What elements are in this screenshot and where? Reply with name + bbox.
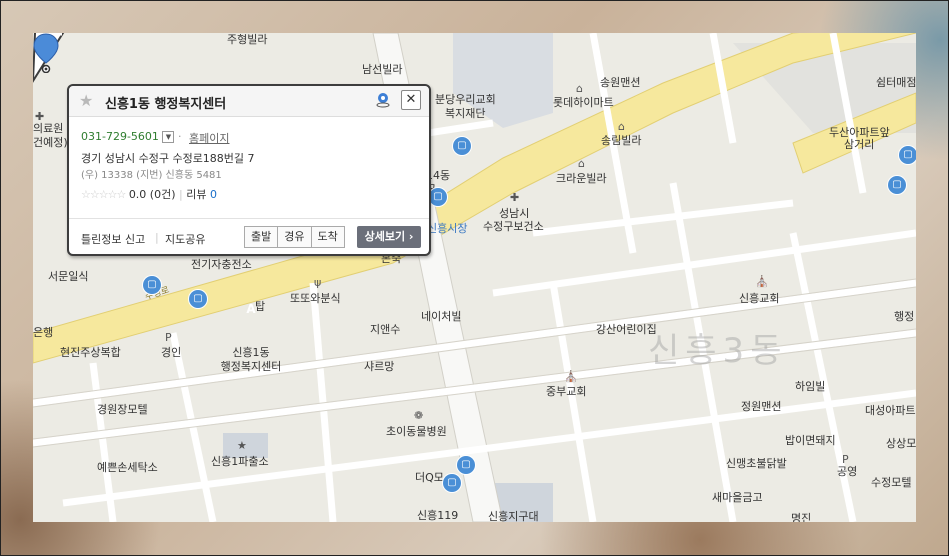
separator: · — [177, 130, 182, 143]
phone-number[interactable]: 031-729-5601 ▼ · — [81, 130, 181, 143]
favorite-star-icon[interactable]: ★ — [79, 91, 93, 110]
map-label[interactable]: 명진 — [791, 512, 811, 522]
popup-footer: 틀린정보 신고 | 지도공유 출발 경유 도착 상세보기 › — [69, 218, 429, 253]
church-icon: ⛪ — [755, 275, 769, 288]
review-count[interactable]: 0 — [210, 188, 217, 201]
paw-icon: ❁ — [414, 409, 424, 422]
map-label[interactable]: 지앤수 — [370, 323, 400, 336]
map-label[interactable]: 신맹초불닭발 — [726, 457, 787, 470]
chevron-down-icon[interactable]: ▼ — [162, 131, 175, 143]
map-label[interactable]: 새마을금고 — [712, 491, 763, 504]
map-label[interactable]: 남선빌라 — [362, 63, 402, 76]
map-label[interactable]: 행정 — [894, 310, 914, 323]
map-label[interactable]: 크라운빌라 — [556, 172, 607, 185]
church-icon: ⛪ — [564, 370, 578, 383]
marker-label-line1[interactable]: 신흥1동 — [232, 346, 269, 359]
rating: ☆☆☆☆☆ 0.0 (0건) | 리뷰 0 — [81, 186, 217, 202]
map-label[interactable]: 건예정) — [33, 136, 68, 149]
bus-stop-icon[interactable]: ▢ — [888, 176, 906, 194]
district-label: 신흥3동 — [648, 331, 788, 371]
review-label[interactable]: 리뷰 — [186, 188, 206, 201]
location-marker-icon[interactable] — [33, 33, 59, 73]
building-icon: ⌂ — [618, 120, 625, 133]
map-label[interactable]: 중부교회 — [546, 385, 586, 398]
map-label[interactable]: 밥이면돼지 — [785, 434, 836, 447]
marker-letter: A — [246, 302, 256, 316]
map-label[interactable]: 신흥119 — [417, 509, 458, 522]
close-icon[interactable]: ✕ — [401, 90, 421, 110]
address: 경기 성남시 수정구 수정로188번길 7 — [81, 152, 255, 165]
map-label[interactable]: 주형빌라 — [227, 33, 267, 46]
police-icon: ★ — [237, 439, 247, 452]
restaurant-icon: ψ — [314, 276, 322, 289]
map-label[interactable]: 정원맨션 — [741, 400, 781, 413]
map-label[interactable]: 서문일식 — [48, 270, 88, 283]
map-label[interactable]: 신흥교회 — [739, 292, 779, 305]
map-label[interactable]: 전기자충전소 — [191, 258, 252, 271]
parking-icon: P — [842, 453, 849, 466]
map-label[interactable]: 또또와분식 — [290, 292, 341, 305]
bus-stop-icon[interactable]: ▢ — [189, 290, 207, 308]
bus-stop-icon[interactable]: ▢ — [429, 188, 447, 206]
popup-title[interactable]: 신흥1동 행정복지센터 — [105, 93, 226, 112]
map-label[interactable]: 경원장모텔 — [97, 403, 148, 416]
map-label[interactable]: 송원맨션 — [600, 76, 640, 89]
map-label[interactable]: 신흥1파출소 — [211, 455, 269, 468]
bus-stop-icon[interactable]: ▢ — [143, 276, 161, 294]
map-label[interactable]: 성남시 — [499, 207, 529, 220]
map-label[interactable]: 수정구보건소 — [483, 220, 544, 233]
map-label[interactable]: 대성아파트 — [865, 404, 916, 417]
hospital-icon: ✚ — [510, 191, 520, 204]
popup-header: ★ 신흥1동 행정복지센터 ✕ — [69, 86, 429, 117]
building-icon: ⌂ — [576, 82, 583, 95]
detail-view-button[interactable]: 상세보기 › — [357, 226, 421, 248]
route-buttons: 출발 경유 도착 — [244, 226, 345, 248]
map-label[interactable]: 현진주상복합 — [60, 346, 121, 359]
map-label[interactable]: 샤르망 — [364, 360, 394, 373]
report-error-link[interactable]: 틀린정보 신고 — [81, 231, 145, 247]
phone-text[interactable]: 031-729-5601 — [81, 130, 159, 143]
depart-button[interactable]: 출발 — [244, 226, 279, 248]
bus-stop-icon[interactable]: ▢ — [453, 137, 471, 155]
parking-icon: P — [165, 331, 172, 344]
map-label[interactable]: 삼거리 — [844, 138, 874, 151]
roadview-icon[interactable] — [375, 92, 391, 108]
rating-stars: ☆☆☆☆☆ — [81, 188, 126, 201]
map-label[interactable]: 복지재단 — [445, 107, 485, 120]
map-label[interactable]: 네이처빌 — [421, 310, 461, 323]
map-label[interactable]: 송림빌라 — [601, 134, 641, 147]
hospital-icon: ✚ — [35, 110, 45, 123]
map-label[interactable]: 분당우리교회 — [435, 93, 496, 106]
map-label[interactable]: 경인 — [161, 346, 181, 359]
map-label[interactable]: 공영 — [837, 465, 857, 478]
building-icon: ⌂ — [578, 157, 585, 170]
map-label[interactable]: 상상모 — [886, 437, 916, 450]
separator: | — [179, 188, 183, 201]
map-label[interactable]: 탑 — [255, 300, 265, 313]
separator: | — [155, 231, 159, 244]
map-label[interactable]: 은행 — [33, 326, 53, 339]
marker-label-line2[interactable]: 행정복지센터 — [221, 360, 282, 373]
map-label[interactable]: 초이동물병원 — [386, 425, 447, 438]
map-label[interactable]: 예쁜손세탁소 — [97, 461, 158, 474]
homepage-link[interactable]: 홈페이지 — [189, 130, 229, 146]
via-button[interactable]: 경유 — [277, 226, 312, 248]
arrive-button[interactable]: 도착 — [310, 226, 345, 248]
map-label[interactable]: 수정모텔 — [871, 476, 911, 489]
postal-address: (우) 13338 (지번) 신흥동 5481 — [81, 170, 222, 181]
share-map-link[interactable]: 지도공유 — [165, 231, 205, 247]
map-label[interactable]: 쉼터매점 — [876, 76, 916, 89]
map-label[interactable]: 신흥시장 — [427, 222, 467, 235]
map-label[interactable]: 롯데하이마트 — [553, 96, 614, 109]
rating-value: 0.0 (0건) — [128, 188, 176, 201]
map-label[interactable]: 신흥지구대 — [488, 510, 539, 522]
map-label[interactable]: 하임빌 — [795, 380, 825, 393]
place-info-popup: ★ 신흥1동 행정복지센터 ✕ 031-729-5601 ▼ · 홈페이지 경기… — [67, 84, 431, 256]
map-label[interactable]: 더Q모 — [415, 471, 444, 484]
bus-stop-icon[interactable]: ▢ — [899, 146, 916, 164]
bus-stop-icon[interactable]: ▢ — [457, 456, 475, 474]
bus-stop-icon[interactable]: ▢ — [443, 474, 461, 492]
map-label[interactable]: 의료원 — [33, 122, 63, 135]
